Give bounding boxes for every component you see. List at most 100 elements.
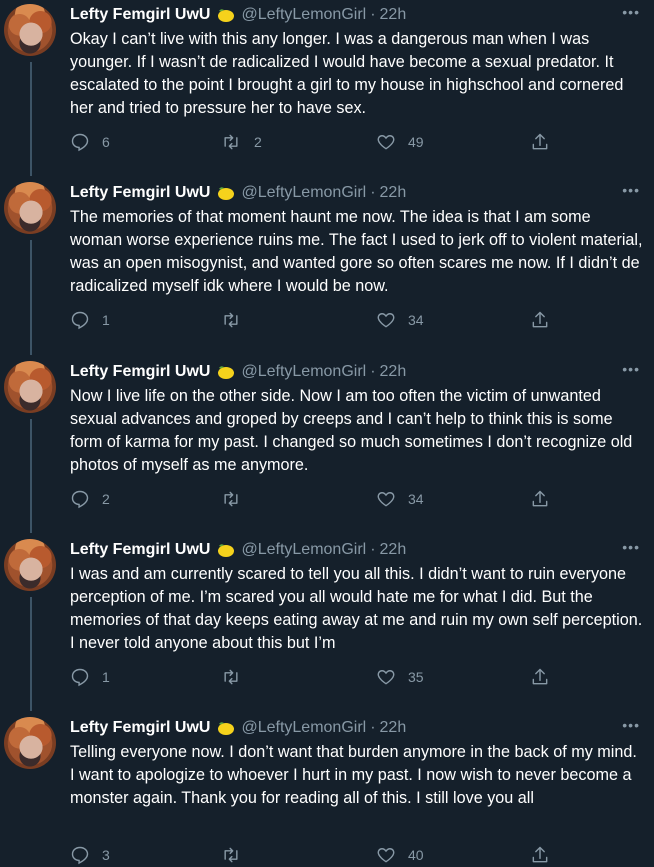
like-button[interactable]: 49	[376, 132, 424, 152]
display-name[interactable]: Lefty Femgirl UwU	[70, 541, 210, 559]
reply-button[interactable]: 2	[70, 489, 110, 509]
share-button[interactable]	[530, 489, 550, 509]
heart-icon	[377, 492, 395, 507]
heart-icon	[377, 135, 395, 150]
tweet-header: Lefty Femgirl UwU @LeftyLemonGirl · 22h	[70, 182, 406, 204]
reply-count: 3	[102, 847, 110, 863]
timestamp[interactable]: 22h	[380, 184, 407, 202]
share-button[interactable]	[530, 845, 550, 865]
heart-icon	[377, 848, 395, 863]
separator-dot: ·	[370, 719, 376, 736]
like-button[interactable]: 34	[376, 489, 424, 509]
share-button[interactable]	[530, 132, 550, 152]
more-icon[interactable]: •••	[622, 361, 640, 377]
tweet[interactable]: Lefty Femgirl UwU @LeftyLemonGirl · 22h …	[0, 182, 654, 352]
tweet-text: The memories of that moment haunt me now…	[70, 208, 643, 295]
more-icon[interactable]: •••	[622, 4, 640, 20]
more-icon[interactable]: •••	[622, 717, 640, 733]
avatar[interactable]	[4, 361, 56, 413]
tweet-text: Now I live life on the other side. Now I…	[70, 387, 633, 474]
reply-icon	[71, 133, 89, 152]
share-icon	[532, 846, 548, 863]
separator-dot: ·	[370, 184, 376, 201]
share-button[interactable]	[530, 310, 550, 330]
display-name[interactable]: Lefty Femgirl UwU	[70, 184, 210, 202]
display-name[interactable]: Lefty Femgirl UwU	[70, 719, 210, 737]
separator-dot: ·	[370, 6, 376, 23]
reply-icon	[71, 668, 89, 687]
like-count: 49	[408, 134, 424, 150]
retweet-icon	[224, 669, 238, 685]
reply-icon	[71, 490, 89, 509]
tweet-header: Lefty Femgirl UwU @LeftyLemonGirl · 22h	[70, 539, 406, 561]
tweet-header: Lefty Femgirl UwU @LeftyLemonGirl · 22h	[70, 717, 406, 739]
tweet[interactable]: Lefty Femgirl UwU @LeftyLemonGirl · 22h …	[0, 361, 654, 531]
retweet-icon	[224, 312, 238, 328]
timestamp[interactable]: 22h	[380, 719, 407, 737]
retweet-button[interactable]	[220, 667, 254, 687]
like-count: 40	[408, 847, 424, 863]
tweet-header: Lefty Femgirl UwU @LeftyLemonGirl · 22h	[70, 361, 406, 383]
user-handle[interactable]: @LeftyLemonGirl	[241, 363, 366, 381]
tweet-header: Lefty Femgirl UwU @LeftyLemonGirl · 22h	[70, 4, 406, 26]
reply-button[interactable]: 6	[70, 132, 110, 152]
share-icon	[532, 668, 548, 685]
reply-count: 1	[102, 312, 110, 328]
tweet-actions: 1 35	[70, 667, 570, 689]
tweet[interactable]: Lefty Femgirl UwU @LeftyLemonGirl · 22h …	[0, 539, 654, 709]
separator-dot: ·	[370, 363, 376, 380]
reply-button[interactable]: 1	[70, 667, 110, 687]
lemon-icon	[216, 185, 235, 201]
reply-count: 1	[102, 669, 110, 685]
share-button[interactable]	[530, 667, 550, 687]
user-handle[interactable]: @LeftyLemonGirl	[241, 719, 366, 737]
retweet-button[interactable]	[220, 489, 254, 509]
tweet-actions: 2 34	[70, 489, 570, 511]
like-button[interactable]: 40	[376, 845, 424, 865]
avatar[interactable]	[4, 717, 56, 769]
retweet-icon	[224, 491, 238, 507]
retweet-button[interactable]	[220, 310, 254, 330]
heart-icon	[377, 670, 395, 685]
timestamp[interactable]: 22h	[380, 541, 407, 559]
tweet-actions: 6 2 49	[70, 132, 570, 154]
reply-button[interactable]: 1	[70, 310, 110, 330]
display-name[interactable]: Lefty Femgirl UwU	[70, 6, 210, 24]
avatar[interactable]	[4, 539, 56, 591]
share-icon	[532, 311, 548, 328]
lemon-icon	[216, 7, 235, 23]
more-icon[interactable]: •••	[622, 182, 640, 198]
like-button[interactable]: 35	[376, 667, 424, 687]
like-count: 34	[408, 491, 424, 507]
reply-icon	[71, 846, 89, 865]
like-count: 34	[408, 312, 424, 328]
reply-count: 2	[102, 491, 110, 507]
tweet-text: I was and am currently scared to tell yo…	[70, 565, 643, 652]
reply-button[interactable]: 3	[70, 845, 110, 865]
reply-icon	[71, 311, 89, 330]
tweet-actions: 3 40	[70, 845, 570, 867]
retweet-icon	[224, 847, 238, 863]
tweet-actions: 1 34	[70, 310, 570, 332]
user-handle[interactable]: @LeftyLemonGirl	[241, 184, 366, 202]
user-handle[interactable]: @LeftyLemonGirl	[241, 6, 366, 24]
more-icon[interactable]: •••	[622, 539, 640, 555]
tweet-text: Telling everyone now. I don’t want that …	[70, 743, 637, 807]
share-icon	[532, 133, 548, 150]
display-name[interactable]: Lefty Femgirl UwU	[70, 363, 210, 381]
lemon-icon	[216, 364, 235, 380]
tweet[interactable]: Lefty Femgirl UwU @LeftyLemonGirl · 22h …	[0, 717, 654, 865]
avatar[interactable]	[4, 4, 56, 56]
timestamp[interactable]: 22h	[380, 6, 407, 24]
tweet[interactable]: Lefty Femgirl UwU @LeftyLemonGirl · 22h …	[0, 4, 654, 174]
user-handle[interactable]: @LeftyLemonGirl	[241, 541, 366, 559]
like-count: 35	[408, 669, 424, 685]
separator-dot: ·	[370, 541, 376, 558]
reply-count: 6	[102, 134, 110, 150]
avatar[interactable]	[4, 182, 56, 234]
timestamp[interactable]: 22h	[380, 363, 407, 381]
retweet-button[interactable]: 2	[220, 132, 262, 152]
like-button[interactable]: 34	[376, 310, 424, 330]
retweet-button[interactable]	[220, 845, 254, 865]
share-icon	[532, 490, 548, 507]
